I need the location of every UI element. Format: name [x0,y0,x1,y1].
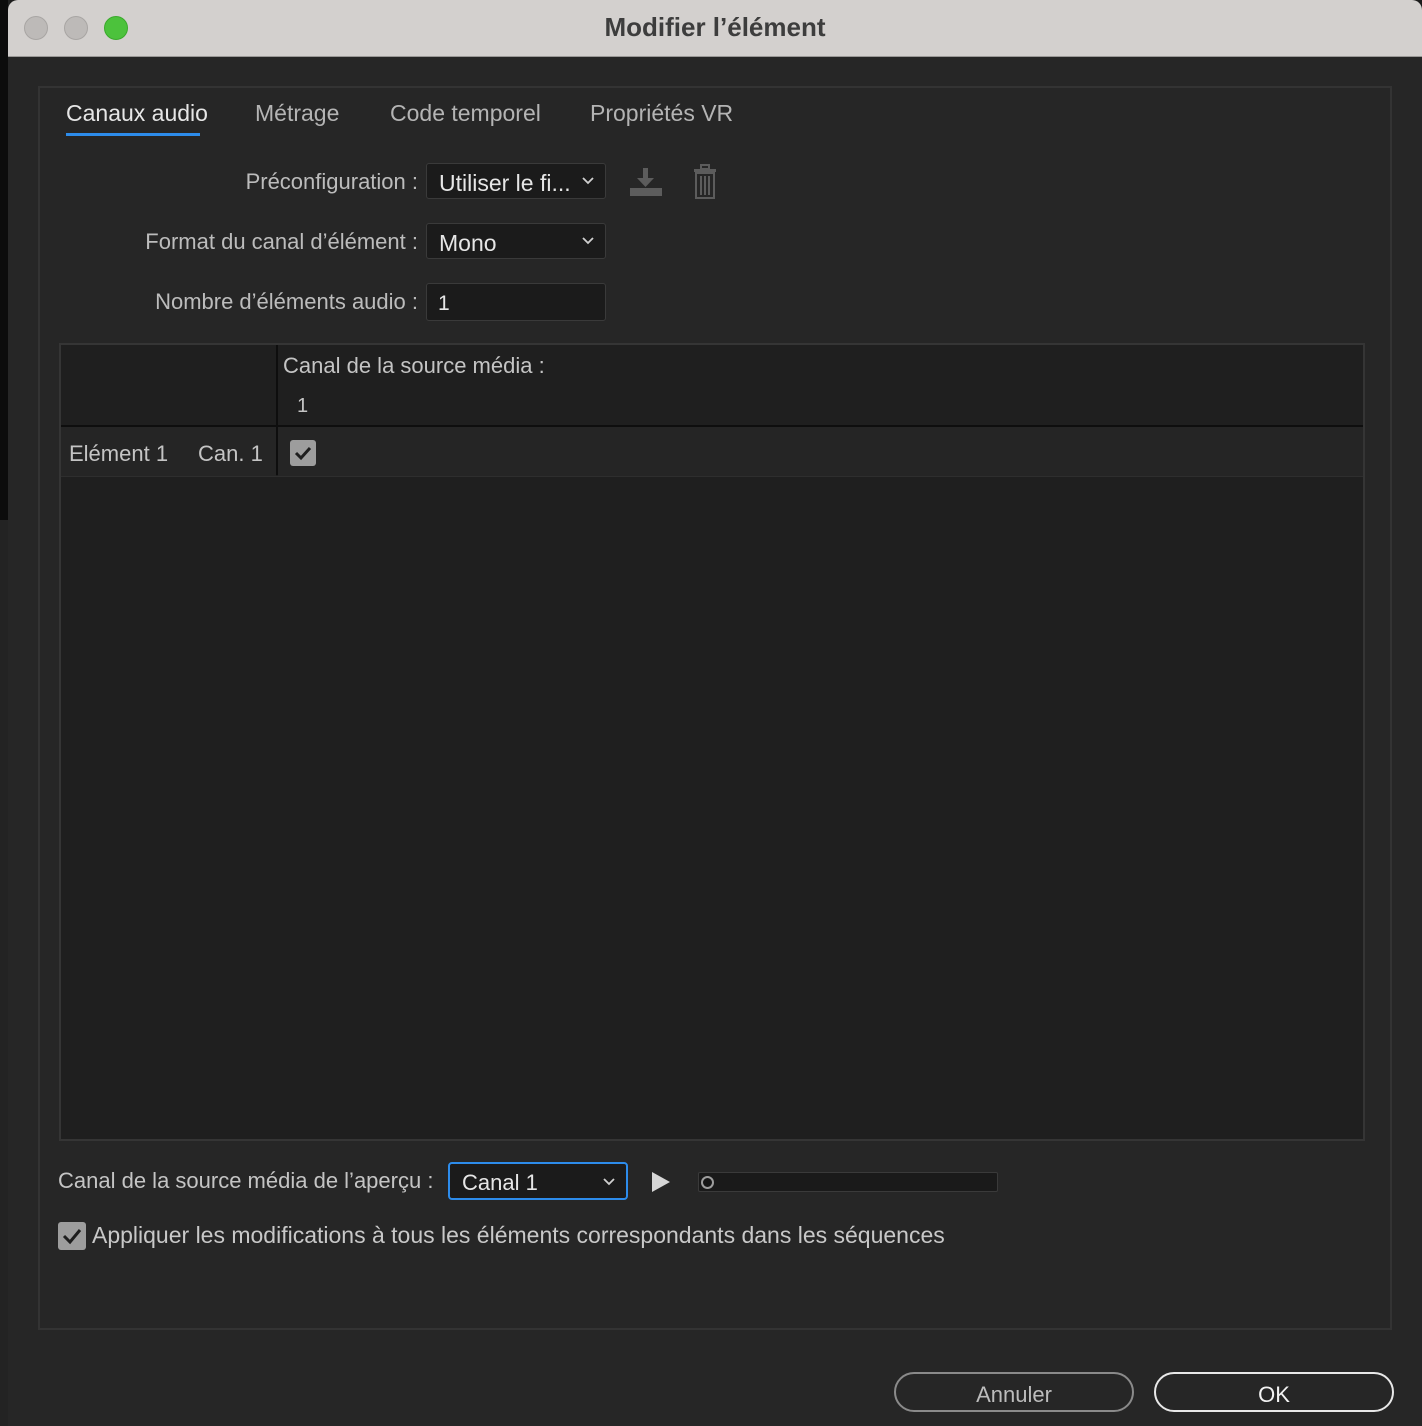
checkmark-icon [294,446,312,461]
scrubber-handle[interactable] [701,1176,714,1189]
preview-channel-dropdown[interactable]: Canal 1 [448,1162,628,1200]
preview-channel-label: Canal de la source média de l’aperçu : [58,1168,434,1193]
cancel-button[interactable]: Annuler [894,1372,1134,1412]
channel-format-dropdown[interactable]: Mono [426,223,606,259]
apply-to-sequences-label: Appliquer les modifications à tous les é… [92,1222,945,1248]
dialog-window: Modifier l’élément Canaux audio Métrage … [8,0,1422,1426]
element-row-label: Elément 1 [69,441,169,466]
preview-channel-value: Canal 1 [462,1170,538,1195]
preset-label: Préconfiguration : [245,169,418,194]
tab-proprietes-vr[interactable]: Propriétés VR [590,100,733,127]
chevron-down-icon [582,237,594,245]
chevron-down-icon [582,177,594,185]
source-channel-header: Canal de la source média : [283,353,545,378]
title-bar: Modifier l’élément [8,0,1422,57]
preset-value: Utiliser le fi... [439,170,571,196]
save-preset-icon[interactable] [628,166,664,198]
play-icon[interactable] [650,1170,672,1194]
channel-format-label: Format du canal d’élément : [145,229,418,254]
preset-dropdown[interactable]: Utiliser le fi... [426,163,606,199]
active-tab-indicator [66,133,200,136]
window-title: Modifier l’élément [604,12,826,42]
tab-metrage[interactable]: Métrage [255,100,339,127]
channel-format-value: Mono [439,230,497,256]
channel-mapping-checkbox[interactable] [290,440,316,466]
channel-mapping-grid: Canal de la source média : 1 Elément 1 C… [59,343,1365,1141]
tab-canaux-audio[interactable]: Canaux audio [66,100,208,127]
element-channel-label: Can. 1 [198,441,263,466]
preview-scrubber[interactable] [698,1172,998,1192]
apply-to-sequences-checkbox[interactable] [58,1222,86,1250]
delete-preset-icon[interactable] [690,164,720,200]
audio-element-count-label: Nombre d’éléments audio : [155,289,418,314]
audio-element-count-field[interactable]: 1 [426,283,606,321]
checkmark-icon [62,1229,82,1245]
ok-button[interactable]: OK [1154,1372,1394,1412]
chevron-down-icon [603,1178,615,1186]
tab-code-temporel[interactable]: Code temporel [390,100,541,127]
source-channel-number: 1 [297,395,309,417]
